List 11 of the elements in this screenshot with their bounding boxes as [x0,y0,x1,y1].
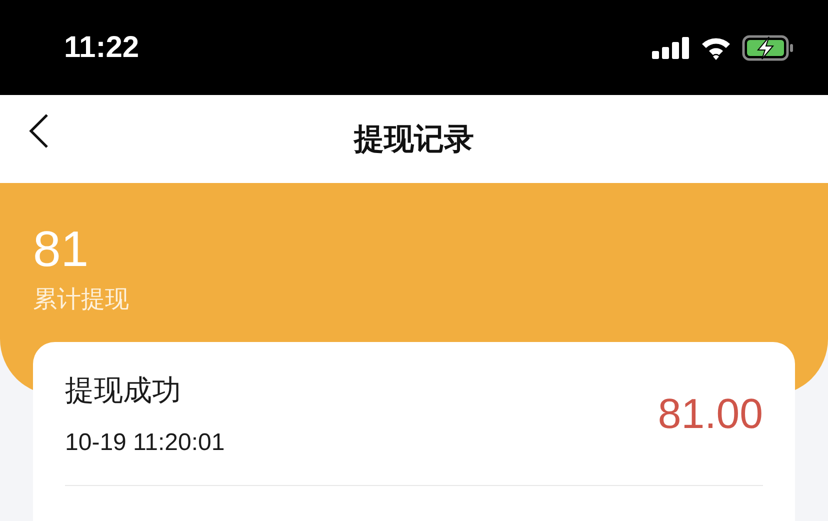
page-title: 提现记录 [354,122,474,158]
record-time: 10-19 11:20:01 [65,428,225,456]
battery-charging-icon [742,34,794,60]
status-time: 11:22 [64,30,140,64]
record-status: 提现成功 [65,374,182,408]
back-icon[interactable] [28,113,50,149]
total-amount: 81 [33,221,90,277]
signal-icon [652,36,690,58]
record-amount: 81.00 [658,390,763,438]
wifi-icon [700,36,732,60]
total-label: 累计提现 [33,285,130,315]
